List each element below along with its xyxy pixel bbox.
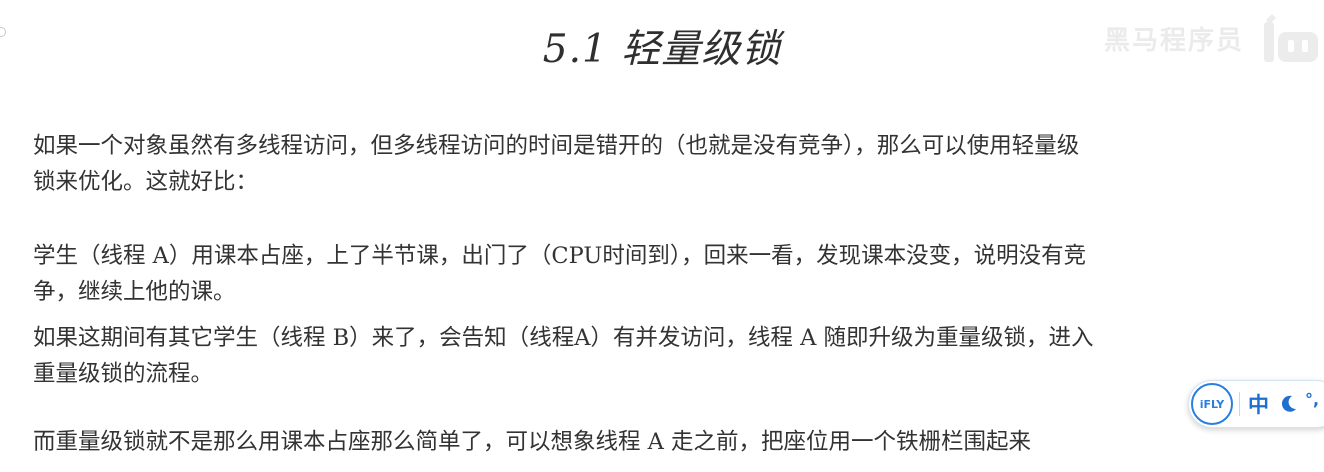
ime-language-toggle[interactable]: 中 [1248,389,1269,419]
document-page: 5.1 轻量级锁 黑马程序员 如果一个对象虽然有多线程访问，但多线程访问的时间是… [0,0,1324,472]
paragraph-2: 学生（线程 A）用课本占座，上了半节课，出门了（CPU时间到），回来一看，发现课… [33,238,1308,310]
paragraph-4-line-1: 而重量级锁就不是那么用课本占座那么简单了，可以想象线程 A 走之前，把座位用一个… [33,429,1032,455]
bilibili-logo-icon [1264,14,1318,62]
watermark-text: 黑马程序员 [1103,25,1244,56]
paragraph-3-line-1: 如果这期间有其它学生（线程 B）来了，会告知（线程A）有并发访问，线程 A 随即… [33,325,1094,351]
paragraph-2-line-2: 争，继续上他的课。 [33,279,236,305]
paragraph-1-line-2: 锁来优化。这就好比： [33,169,259,195]
paragraph-1: 如果一个对象虽然有多线程访问，但多线程访问的时间是错开的（也就是没有竞争），那么… [33,128,1308,200]
paragraph-4: 而重量级锁就不是那么用课本占座那么简单了，可以想象线程 A 走之前，把座位用一个… [33,424,1308,460]
moon-icon[interactable] [1277,393,1299,415]
paragraph-1-line-1: 如果一个对象虽然有多线程访问，但多线程访问的时间是错开的（也就是没有竞争），那么… [33,133,1080,159]
watermark: 黑马程序员 [1104,8,1324,68]
paragraph-3-line-2: 重量级锁的流程。 [33,361,214,387]
ime-divider [1239,392,1240,416]
ime-toolbar[interactable]: iFLY 中 °, [1188,380,1324,428]
ime-punctuation-toggle[interactable]: °, [1305,390,1319,409]
paragraph-3: 如果这期间有其它学生（线程 B）来了，会告知（线程A）有并发访问，线程 A 随即… [33,320,1308,392]
paragraph-2-line-1: 学生（线程 A）用课本占座，上了半节课，出门了（CPU时间到），回来一看，发现课… [33,243,1087,269]
ime-logo-icon[interactable]: iFLY [1191,383,1233,425]
